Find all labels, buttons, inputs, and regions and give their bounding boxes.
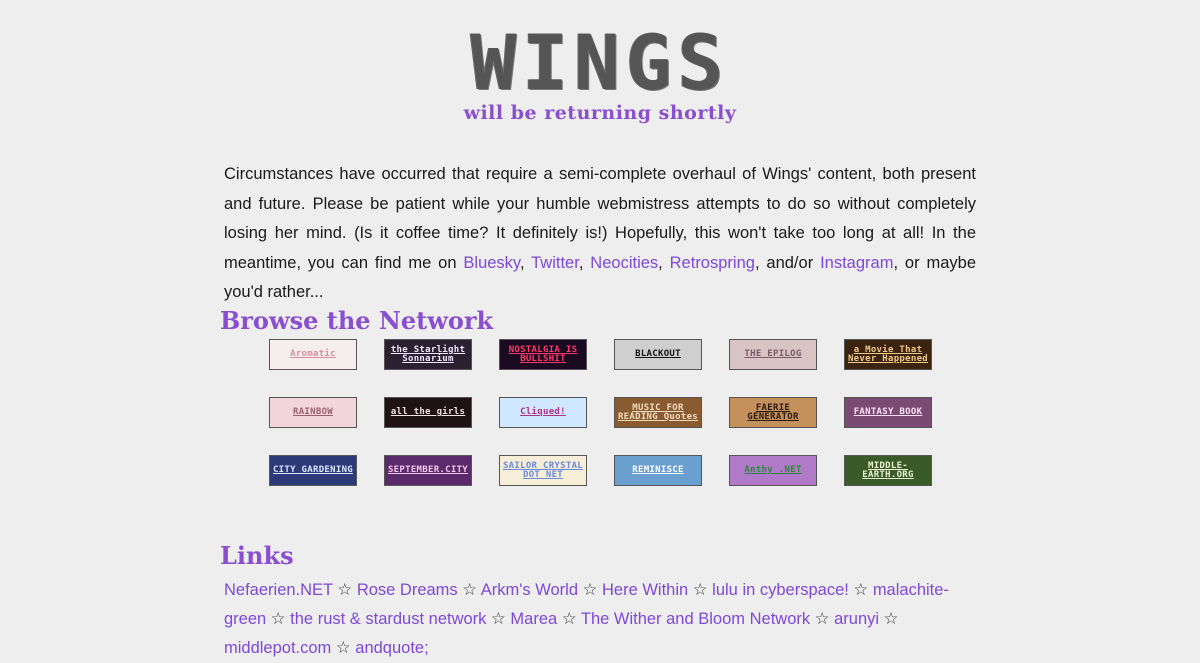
browse-network-heading: Browse the Network — [220, 306, 494, 335]
link-item[interactable]: The Wither and Bloom Network — [581, 610, 810, 628]
network-button[interactable]: FAERIE GENERATOR — [729, 397, 817, 428]
network-button[interactable]: MIDDLE-EARTH.ORG — [844, 455, 932, 486]
star-separator-icon: ☆ — [266, 610, 291, 628]
network-button[interactable]: REMINISCE — [614, 455, 702, 486]
link-item[interactable]: andquote; — [355, 639, 428, 657]
network-button[interactable]: RAINBOW — [269, 397, 357, 428]
network-button[interactable]: SEPTEMBER.CITY — [384, 455, 472, 486]
link-item[interactable]: lulu in cyberspace! — [712, 581, 849, 599]
bluesky-link[interactable]: Bluesky — [463, 254, 520, 272]
site-header: WINGS will be returning shortly — [0, 0, 1200, 125]
network-button[interactable]: the Starlight Sonnarium — [384, 339, 472, 370]
links-heading: Links — [220, 541, 294, 570]
link-item[interactable]: Rose Dreams — [357, 581, 458, 599]
network-button[interactable]: BLACKOUT — [614, 339, 702, 370]
network-button[interactable]: Anthy .NET — [729, 455, 817, 486]
star-separator-icon: ☆ — [457, 581, 481, 599]
star-separator-icon: ☆ — [486, 610, 511, 628]
network-button[interactable]: MUSIC FOR READING Quotes — [614, 397, 702, 428]
and-or-text: , and/or — [754, 253, 821, 272]
site-logo: WINGS — [470, 18, 730, 107]
star-separator-icon: ☆ — [848, 581, 873, 599]
network-button[interactable]: SAILOR CRYSTAL DOT NET — [499, 455, 587, 486]
link-item[interactable]: Here Within — [602, 581, 688, 599]
intro-paragraph: Circumstances have occurred that require… — [224, 160, 976, 308]
network-button[interactable]: a Movie That Never Happened — [844, 339, 932, 370]
star-separator-icon: ☆ — [331, 639, 356, 657]
twitter-link[interactable]: Twitter — [531, 254, 579, 272]
link-item[interactable]: arunyi — [834, 610, 879, 628]
network-button[interactable]: Cliqued! — [499, 397, 587, 428]
star-separator-icon: ☆ — [578, 581, 602, 599]
link-item[interactable]: Arkm's World — [481, 581, 578, 599]
instagram-link[interactable]: Instagram — [820, 254, 893, 272]
link-item[interactable]: Nefaerien.NET — [224, 581, 333, 599]
star-separator-icon: ☆ — [332, 581, 357, 599]
comma: , — [658, 253, 670, 272]
network-button[interactable]: FANTASY BOOK — [844, 397, 932, 428]
link-item[interactable]: middlepot.com — [224, 639, 331, 657]
star-separator-icon: ☆ — [688, 581, 713, 599]
site-tagline: will be returning shortly — [463, 102, 737, 124]
links-list: Nefaerien.NET ☆ Rose Dreams ☆ Arkm's Wor… — [224, 576, 980, 663]
comma: , — [578, 253, 591, 272]
network-button[interactable]: all the girls — [384, 397, 472, 428]
network-button[interactable]: CITY GARDENING — [269, 455, 357, 486]
network-button[interactable]: NOSTALGIA IS BULLSHIT — [499, 339, 587, 370]
star-separator-icon: ☆ — [810, 610, 835, 628]
retrospring-link[interactable]: Retrospring — [670, 254, 755, 272]
network-button[interactable]: Aromatic — [269, 339, 357, 370]
star-separator-icon: ☆ — [879, 610, 899, 628]
neocities-link[interactable]: Neocities — [590, 254, 658, 272]
star-separator-icon: ☆ — [557, 610, 581, 628]
comma: , — [519, 253, 532, 272]
network-button[interactable]: THE EPILOG — [729, 339, 817, 370]
link-item[interactable]: Marea — [510, 610, 557, 628]
link-item[interactable]: the rust & stardust network — [290, 610, 486, 628]
network-buttons-grid: Aromatic the Starlight Sonnarium NOSTALGIA… — [269, 339, 932, 486]
